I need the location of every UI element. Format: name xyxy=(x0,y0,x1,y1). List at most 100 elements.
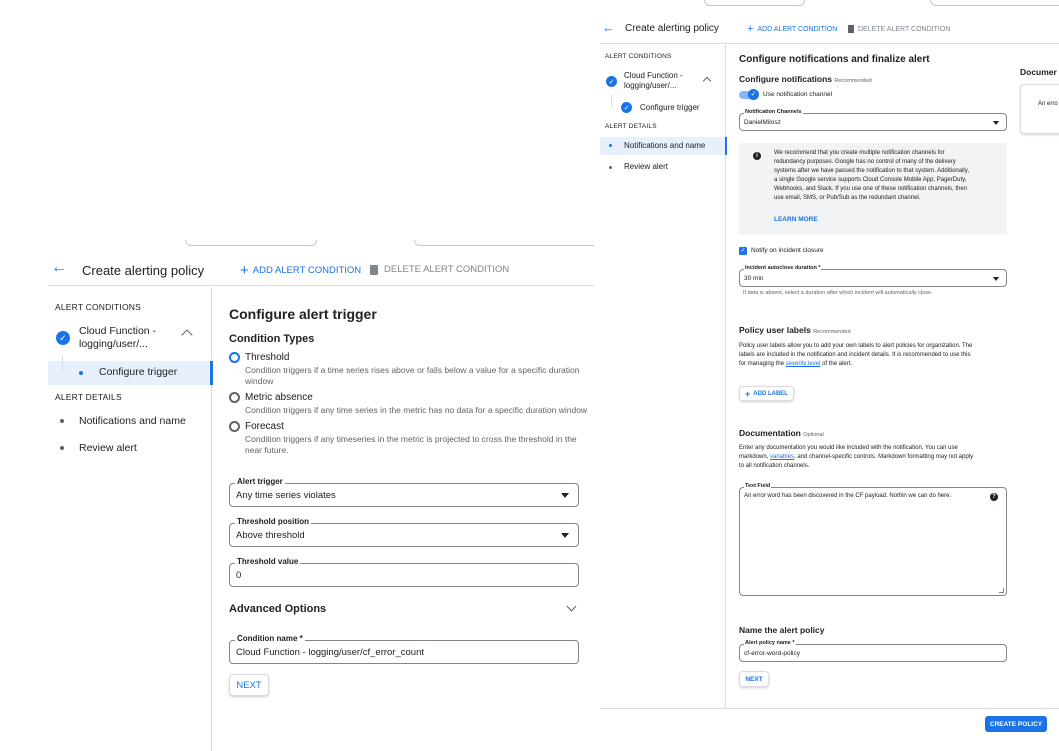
info-icon: i xyxy=(753,152,761,160)
next-button[interactable]: NEXT xyxy=(229,674,269,696)
threshold-value-input[interactable]: Threshold value 0 xyxy=(229,557,579,587)
info-line-6: use email, SMS, or Pub/Sub as the redund… xyxy=(774,195,921,201)
radio-threshold[interactable] xyxy=(229,352,240,363)
policy-name-label: Alert policy name * xyxy=(744,640,796,646)
delete-alert-condition-label: DELETE ALERT CONDITION xyxy=(858,25,951,33)
checkbox-checked-icon[interactable]: ✓ xyxy=(739,247,747,255)
option-label: Threshold xyxy=(245,352,290,363)
step-dot xyxy=(609,166,612,169)
condition-name-label: Condition name * xyxy=(235,634,305,643)
recommended-tag: Recommended xyxy=(813,329,851,335)
add-alert-condition-button[interactable]: + ADD ALERT CONDITION xyxy=(240,263,361,278)
notifications-and-name-item[interactable]: Notifications and name xyxy=(48,412,212,432)
doc-preview-snippet: An erro xyxy=(1038,101,1058,107)
help-icon[interactable]: ? xyxy=(990,493,998,501)
radio-metric-absence[interactable] xyxy=(229,392,240,403)
plus-icon: + xyxy=(747,23,754,35)
back-arrow-icon[interactable]: ← xyxy=(602,20,615,35)
autoclose-hint: If data is absent, select a duration aft… xyxy=(743,290,933,296)
alert-trigger-select[interactable]: Alert trigger Any time series violates xyxy=(229,477,579,507)
severity-level-link[interactable]: severity level xyxy=(786,361,821,367)
autoclose-duration-select[interactable]: Incident autoclose duration * 30 min xyxy=(739,265,1007,287)
plus-icon: + xyxy=(745,388,751,399)
active-step-dot xyxy=(79,371,83,375)
condition-item[interactable]: ✓ Cloud Function - logging/user/... xyxy=(600,71,726,95)
labels-heading-label: Policy user labels xyxy=(739,325,811,335)
delete-alert-condition-button[interactable]: DELETE ALERT CONDITION xyxy=(848,25,950,33)
optional-tag: Optional xyxy=(803,432,824,438)
condition-name-line1: Cloud Function - xyxy=(624,71,683,80)
check-circle-icon: ✓ xyxy=(56,331,70,345)
option-threshold[interactable]: Threshold Condition triggers if a time s… xyxy=(229,352,589,388)
radio-forecast[interactable] xyxy=(229,421,240,432)
dropdown-arrow-icon xyxy=(993,277,999,281)
condition-name-line2: logging/user/... xyxy=(624,81,677,90)
threshold-position-value: Above threshold xyxy=(236,530,305,541)
notification-channels-label: Notification Channels xyxy=(744,109,803,115)
delete-alert-condition-button[interactable]: DELETE ALERT CONDITION xyxy=(370,264,509,275)
toggle-knob: ✓ xyxy=(748,89,759,100)
condition-name-input[interactable]: Condition name * Cloud Function - loggin… xyxy=(229,634,579,664)
right-header: ← Create alerting policy + ADD ALERT CON… xyxy=(600,14,1059,44)
right-top-edge-2 xyxy=(930,0,1059,6)
resize-handle-icon[interactable] xyxy=(999,588,1004,593)
notifications-and-name-item[interactable]: Notifications and name xyxy=(600,137,727,155)
labels-desc-line3-pre: for managing the xyxy=(739,361,785,367)
add-alert-condition-label: ADD ALERT CONDITION xyxy=(757,26,838,33)
use-notification-channel-toggle[interactable]: ✓ Use notification channel xyxy=(739,89,939,102)
labels-desc-line2: labels are included in the notification … xyxy=(739,352,971,358)
option-desc-line1: Condition triggers if any timeseries in … xyxy=(245,434,577,444)
add-label-button[interactable]: + ADD LABEL xyxy=(739,386,794,401)
option-desc-line2: window xyxy=(245,376,274,386)
option-label: Metric absence xyxy=(245,392,313,403)
review-alert-item[interactable]: Review alert xyxy=(600,159,726,175)
policy-name-input[interactable]: Alert policy name * cf-error-word-policy xyxy=(739,640,1007,662)
review-alert-item[interactable]: Review alert xyxy=(48,439,212,459)
doc-preview-heading: Documer xyxy=(1020,67,1057,77)
left-panel: ← Create alerting policy + ADD ALERT CON… xyxy=(48,240,594,751)
next-button[interactable]: NEXT xyxy=(739,671,769,687)
left-sidebar: ALERT CONDITIONS ✓ Cloud Function - logg… xyxy=(48,287,213,751)
condition-name-value: Cloud Function - logging/user/cf_error_c… xyxy=(236,647,424,658)
labels-desc-line3: for managing the severity level of the a… xyxy=(739,361,852,367)
option-forecast[interactable]: Forecast Condition triggers if any times… xyxy=(229,421,589,457)
advanced-options-label: Advanced Options xyxy=(229,603,327,615)
threshold-position-select[interactable]: Threshold position Above threshold xyxy=(229,517,579,547)
documentation-textarea[interactable]: Text Field An error word has been discov… xyxy=(739,483,1007,596)
right-panel: ← Create alerting policy + ADD ALERT CON… xyxy=(600,0,1059,740)
create-policy-button[interactable]: CREATE POLICY xyxy=(985,716,1047,732)
alert-details-label: ALERT DETAILS xyxy=(605,123,657,130)
autoclose-duration-label: Incident autoclose duration * xyxy=(744,265,822,271)
variables-link[interactable]: variables xyxy=(770,454,794,460)
create-policy-label: CREATE POLICY xyxy=(989,720,1043,728)
doc-desc-line2: markdown, variables, and channel-specifi… xyxy=(739,454,973,460)
condition-item[interactable]: ✓ Cloud Function - logging/user/... xyxy=(48,325,212,355)
add-alert-condition-button[interactable]: + ADD ALERT CONDITION xyxy=(747,24,837,35)
learn-more-link[interactable]: LEARN MORE xyxy=(774,216,818,223)
recommended-tag: Recommended xyxy=(834,78,872,84)
chevron-up-icon[interactable] xyxy=(702,76,712,86)
chevron-up-icon[interactable] xyxy=(181,329,193,341)
plus-icon: + xyxy=(240,262,249,279)
configure-trigger-item[interactable]: ✓ Configure trigger xyxy=(600,95,726,116)
option-metric-absence[interactable]: Metric absence Condition triggers if any… xyxy=(229,392,589,418)
step-dot xyxy=(60,419,64,423)
alert-conditions-label: ALERT CONDITIONS xyxy=(605,53,672,60)
left-main: Configure alert trigger Condition Types … xyxy=(213,287,594,751)
review-alert-label: Review alert xyxy=(624,162,669,171)
use-notification-channel-label: Use notification channel xyxy=(763,91,833,98)
back-arrow-icon[interactable]: ← xyxy=(51,259,67,277)
active-step-dot xyxy=(609,144,612,147)
option-desc-line1: Condition triggers if any time series in… xyxy=(245,405,588,415)
labels-desc-line3-post: of the alert. xyxy=(822,361,853,367)
notify-on-closure-checkbox[interactable]: ✓ Notify on incident closure xyxy=(739,247,939,257)
notifications-and-name-label: Notifications and name xyxy=(624,141,706,150)
configure-trigger-item[interactable]: Configure trigger xyxy=(48,355,213,385)
configure-notifications-label: Configure notifications xyxy=(739,74,833,84)
trash-icon xyxy=(370,264,378,275)
page-title: Create alerting policy xyxy=(82,263,205,278)
notification-channels-select[interactable]: Notification Channels DanielMilosz xyxy=(739,109,1007,131)
advanced-options-toggle[interactable]: Advanced Options xyxy=(229,601,579,619)
labels-heading: Policy user labels Recommended xyxy=(739,325,851,335)
labels-desc-line1: Policy user labels allow you to add your… xyxy=(739,343,973,349)
